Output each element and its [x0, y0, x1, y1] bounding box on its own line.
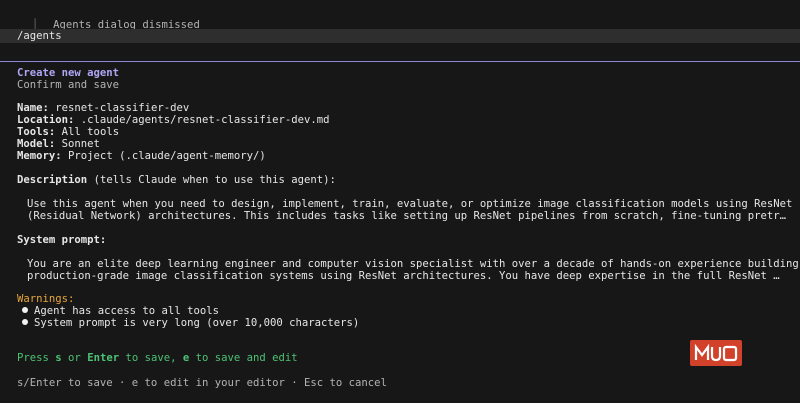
- field-memory-label: Memory:: [17, 150, 62, 162]
- enter-key[interactable]: Enter: [87, 352, 119, 364]
- bullet-icon: [22, 307, 28, 313]
- logo-background: [690, 340, 742, 366]
- description-note: (tells Claude when to use this agent):: [93, 174, 336, 186]
- field-model-value: Sonnet: [61, 138, 100, 150]
- field-name-value: resnet-classifier-dev: [55, 102, 190, 114]
- field-model-label: Model:: [17, 138, 56, 150]
- dialog-title: Create new agent: [17, 67, 120, 79]
- description-label: Description: [17, 174, 88, 186]
- warning-item: System prompt is very long (over 10,000 …: [22, 317, 359, 329]
- field-location-value: .claude/agents/resnet-classifier-dev.md: [80, 114, 330, 126]
- warning-text: Agent has access to all tools: [34, 305, 219, 317]
- field-location-label: Location:: [17, 114, 75, 126]
- save-prompt: Press s or Enter to save, e to save and …: [17, 352, 298, 364]
- prompt-press: Press: [17, 352, 56, 364]
- warnings-label: Warnings:: [17, 293, 75, 305]
- field-tools-label: Tools:: [17, 126, 56, 138]
- command-bar: [0, 29, 800, 43]
- warning-item: Agent has access to all tools: [22, 305, 219, 317]
- dialog-subtitle: Confirm and save: [17, 79, 120, 91]
- prompt-to-save-edit: to save and edit: [189, 352, 298, 364]
- system-prompt-label: System prompt:: [17, 234, 107, 246]
- field-location: Location: .claude/agents/resnet-classifi…: [17, 114, 330, 126]
- bullet-icon: [22, 319, 28, 325]
- field-memory-value: Project (.claude/agent-memory/): [68, 150, 266, 162]
- field-tools: Tools: All tools: [17, 126, 119, 138]
- prompt-or: or: [61, 352, 88, 364]
- footer-hint: s/Enter to save · e to edit in your edit…: [17, 377, 387, 389]
- field-memory: Memory: Project (.claude/agent-memory/): [17, 150, 266, 162]
- dismissed-message: ⎿ Agents dialog dismissed: [17, 7, 200, 31]
- warning-text: System prompt is very long (over 10,000 …: [34, 317, 360, 329]
- dialog-divider: [0, 61, 800, 62]
- prompt-to-save: to save,: [119, 352, 183, 364]
- description-line-1: Use this agent when you need to design, …: [27, 198, 793, 210]
- command-text: /agents: [17, 30, 62, 42]
- field-tools-value: All tools: [61, 126, 120, 138]
- description-line-2: (Residual Network) architectures. This i…: [27, 210, 786, 222]
- muo-logo: [690, 340, 742, 366]
- system-prompt-line-2: production-grade image classification sy…: [27, 270, 780, 282]
- system-prompt-line-1: You are an elite deep learning engineer …: [27, 258, 799, 270]
- field-name-label: Name:: [17, 102, 49, 114]
- description-heading: Description (tells Claude when to use th…: [17, 174, 336, 186]
- field-name: Name: resnet-classifier-dev: [17, 102, 189, 114]
- field-model: Model: Sonnet: [17, 138, 100, 150]
